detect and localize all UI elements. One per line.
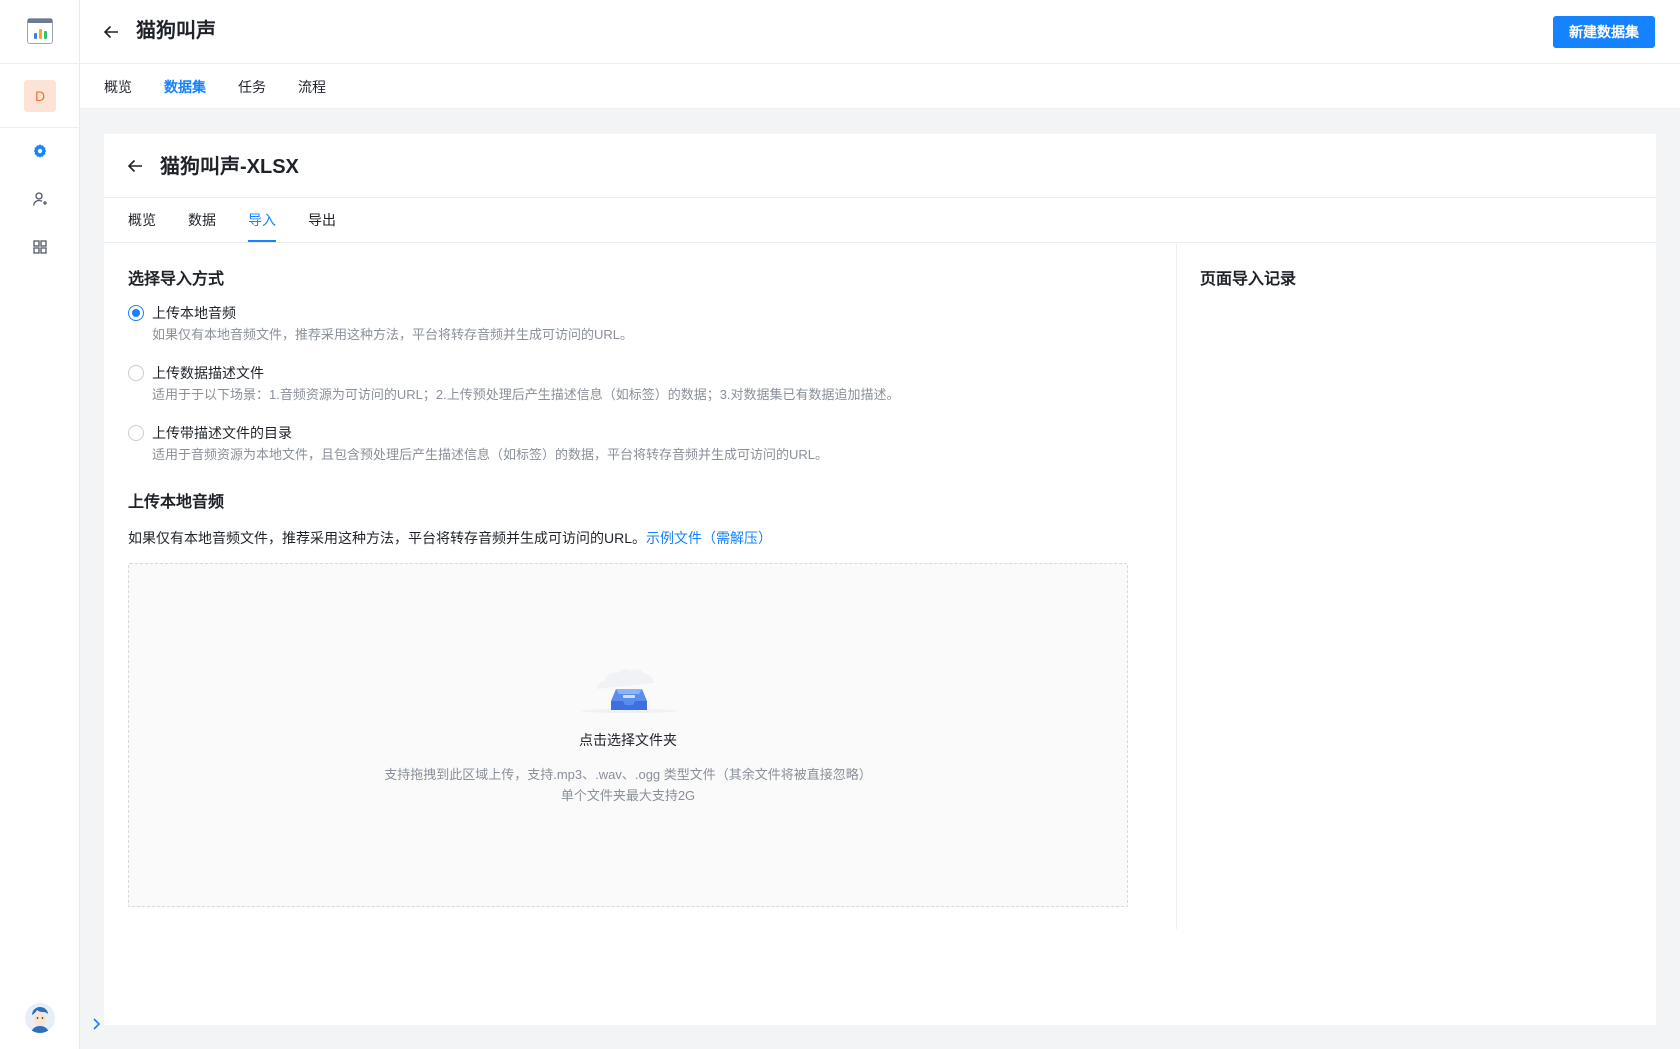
radio-label: 上传本地音频 bbox=[152, 305, 236, 321]
upload-description: 如果仅有本地音频文件，推荐采用这种方法，平台将转存音频并生成可访问的URL。示例… bbox=[128, 528, 772, 548]
radio-description: 如果仅有本地音频文件，推荐采用这种方法，平台将转存音频并生成可访问的URL。 bbox=[152, 327, 634, 342]
upload-description-text: 如果仅有本地音频文件，推荐采用这种方法，平台将转存音频并生成可访问的URL。 bbox=[128, 530, 647, 546]
dropzone-size-limit: 单个文件夹最大支持2G bbox=[560, 788, 696, 803]
sample-file-link[interactable]: 示例文件（需解压） bbox=[646, 530, 772, 546]
folder-upload-icon bbox=[581, 669, 677, 713]
tab-workflow[interactable]: 流程 bbox=[298, 77, 326, 97]
sidebar-divider bbox=[0, 63, 80, 64]
radio-description: 适用于音频资源为本地文件，且包含预处理后产生描述信息（如标签）的数据，平台将转存… bbox=[152, 447, 829, 462]
dataset-title: 猫狗叫声-XLSX bbox=[160, 156, 299, 178]
tab-dataset-import[interactable]: 导入 bbox=[248, 210, 276, 230]
dataset-tabs: 概览 数据 导入 导出 bbox=[104, 198, 1656, 243]
radio-button[interactable] bbox=[128, 425, 144, 441]
radio-description: 适用于于以下场景：1.音频资源为可访问的URL；2.上传预处理后产生描述信息（如… bbox=[152, 387, 900, 402]
app-logo-icon[interactable] bbox=[27, 18, 53, 44]
sidebar-divider bbox=[0, 127, 80, 128]
folder-dropzone[interactable]: 点击选择文件夹 支持拖拽到此区域上传，支持.mp3、.wav、.ogg 类型文件… bbox=[128, 563, 1128, 907]
upload-section-title: 上传本地音频 bbox=[128, 494, 225, 511]
new-dataset-button[interactable]: 新建数据集 bbox=[1553, 16, 1655, 48]
radio-upload-directory[interactable]: 上传带描述文件的目录 bbox=[128, 423, 292, 443]
tab-datasets[interactable]: 数据集 bbox=[164, 77, 206, 97]
settings-icon[interactable] bbox=[29, 140, 51, 162]
dataset-card: 猫狗叫声-XLSX 概览 数据 导入 导出 选择导入方式 上传本地音频 如果仅有… bbox=[104, 134, 1656, 1025]
import-records-title: 页面导入记录 bbox=[1200, 271, 1297, 288]
tab-dataset-data[interactable]: 数据 bbox=[188, 210, 216, 230]
sidebar: D bbox=[0, 0, 80, 1049]
apps-grid-icon[interactable] bbox=[29, 236, 51, 258]
radio-label: 上传数据描述文件 bbox=[152, 365, 264, 381]
page-header: 猫狗叫声 新建数据集 bbox=[80, 0, 1680, 64]
dropzone-title: 点击选择文件夹 bbox=[579, 732, 677, 748]
workspace-avatar[interactable]: D bbox=[24, 80, 56, 112]
back-arrow-icon[interactable] bbox=[101, 22, 121, 42]
dataset-header: 猫狗叫声-XLSX bbox=[104, 134, 1656, 198]
top-tabs: 概览 数据集 任务 流程 bbox=[80, 64, 1680, 109]
tab-overview[interactable]: 概览 bbox=[104, 77, 132, 97]
sidebar-expand-icon[interactable] bbox=[88, 1016, 104, 1032]
panel-divider bbox=[1176, 243, 1177, 929]
choose-method-title: 选择导入方式 bbox=[128, 271, 225, 288]
radio-upload-local-audio[interactable]: 上传本地音频 bbox=[128, 303, 236, 323]
page-title: 猫狗叫声 bbox=[136, 20, 216, 42]
tab-dataset-overview[interactable]: 概览 bbox=[128, 210, 156, 230]
tab-dataset-export[interactable]: 导出 bbox=[308, 210, 336, 230]
tab-tasks[interactable]: 任务 bbox=[238, 77, 266, 97]
active-tab-indicator bbox=[248, 240, 276, 242]
radio-label: 上传带描述文件的目录 bbox=[152, 425, 292, 441]
radio-button[interactable] bbox=[128, 305, 144, 321]
radio-button[interactable] bbox=[128, 365, 144, 381]
back-arrow-icon[interactable] bbox=[125, 156, 145, 176]
dropzone-hint: 支持拖拽到此区域上传，支持.mp3、.wav、.ogg 类型文件（其余文件将被直… bbox=[384, 767, 872, 782]
radio-upload-description-file[interactable]: 上传数据描述文件 bbox=[128, 363, 264, 383]
user-management-icon[interactable] bbox=[29, 188, 51, 210]
user-avatar[interactable] bbox=[25, 1003, 55, 1033]
